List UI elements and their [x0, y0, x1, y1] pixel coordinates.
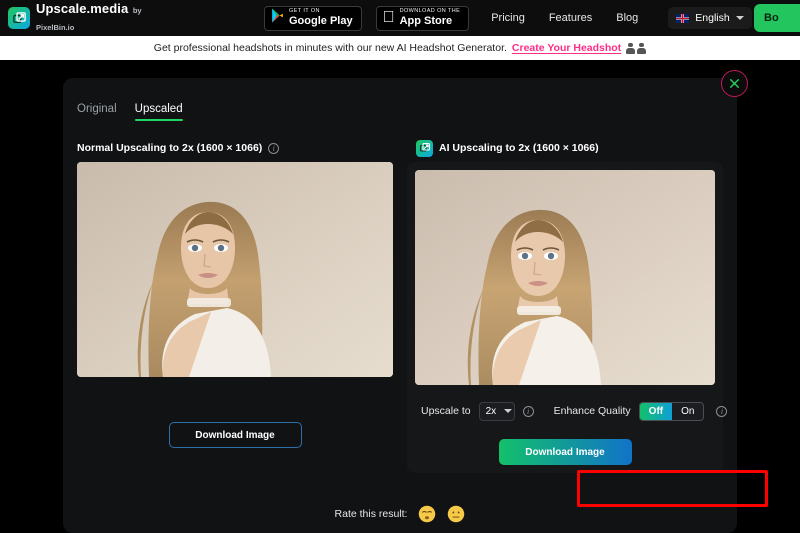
enhance-quality-on-option[interactable]: On [672, 402, 704, 420]
ai-upscale-body: Upscale to 2x i Enhance Quality Off On i… [407, 162, 728, 473]
rate-this-result-label: Rate this result: [334, 508, 408, 520]
enhance-quality-highlight [577, 470, 768, 507]
page-root: Upscale.media by PixelBin.io GET IT ON G… [0, 0, 800, 533]
ai-upscale-title: AI Upscaling to 2x (1600 × 1066) [439, 142, 599, 154]
ai-upscaled-image [415, 170, 715, 385]
apple-icon:  [383, 10, 395, 26]
top-navbar: Upscale.media by PixelBin.io GET IT ON G… [0, 0, 800, 36]
ai-download-row: Download Image [415, 439, 715, 465]
person-icon [626, 42, 636, 54]
tab-original[interactable]: Original [77, 103, 117, 121]
rating-row: Rate this result: [63, 505, 737, 523]
nav-link-features[interactable]: Features [549, 12, 592, 24]
info-icon[interactable]: i [716, 405, 728, 417]
disappointed-face-emoji[interactable] [418, 505, 436, 523]
download-image-button-ai[interactable]: Download Image [498, 439, 632, 465]
navbar-center: GET IT ON Google Play  Download on the … [264, 5, 752, 31]
info-icon[interactable]: i [522, 405, 534, 417]
promo-text: Get professional headshots in minutes wi… [153, 42, 507, 54]
app-store-label: App Store [387, 14, 453, 27]
ai-upscale-icon [416, 139, 433, 157]
language-selector[interactable]: English [668, 7, 752, 29]
nav-link-blog[interactable]: Blog [616, 12, 638, 24]
app-store-badge[interactable]:  Download on the App Store [375, 5, 470, 31]
ai-upscale-panel: AI Upscaling to 2x (1600 × 1066) Upscale… [407, 136, 728, 473]
enhance-quality-control: Enhance Quality Off On i [553, 401, 728, 421]
upscale-factor-value: 2x [485, 405, 497, 417]
chevron-down-icon [504, 409, 513, 413]
normal-upscale-title: Normal Upscaling to 2x (1600 × 1066) [77, 142, 263, 154]
brand-title: Upscale.media [36, 1, 129, 17]
normal-upscale-body: Download Image [77, 162, 393, 448]
close-button[interactable] [721, 70, 748, 97]
google-play-badge[interactable]: GET IT ON Google Play [264, 5, 362, 31]
uk-flag-icon [676, 13, 690, 23]
info-icon[interactable]: i [268, 142, 280, 154]
result-tabs: Original Upscaled [77, 103, 183, 121]
upscale-arrow-icon [8, 7, 30, 29]
upscale-factor-select[interactable]: 2x [478, 401, 515, 421]
enhance-quality-off-option[interactable]: Off [639, 402, 673, 420]
ai-upscale-header: AI Upscaling to 2x (1600 × 1066) [407, 136, 723, 160]
chevron-down-icon [735, 16, 744, 20]
neutral-face-emoji[interactable] [447, 505, 465, 523]
language-value: English [683, 12, 729, 24]
book-demo-button[interactable]: Bo [754, 4, 800, 32]
promo-banner: Get professional headshots in minutes wi… [0, 36, 800, 60]
google-play-label: Google Play [289, 14, 353, 27]
comparison-panels: Normal Upscaling to 2x (1600 × 1066) i D… [77, 136, 728, 473]
upscale-to-label: Upscale to [421, 405, 471, 417]
google-play-icon [271, 8, 284, 28]
person-icon [637, 42, 647, 54]
normal-upscaled-image [77, 162, 393, 377]
upscale-result-modal: Original Upscaled Normal Upscaling to 2x… [63, 70, 768, 533]
normal-upscale-panel: Normal Upscaling to 2x (1600 × 1066) i D… [77, 136, 393, 473]
enhance-quality-toggle[interactable]: Off On [638, 401, 705, 421]
nav-link-pricing[interactable]: Pricing [491, 12, 525, 24]
ai-controls-row: Upscale to 2x i Enhance Quality Off On i [415, 394, 728, 428]
app-store-small-label: Download on the [387, 8, 460, 15]
close-icon [730, 79, 739, 88]
normal-download-row: Download Image [77, 422, 393, 448]
normal-upscale-header: Normal Upscaling to 2x (1600 × 1066) i [77, 136, 393, 160]
download-image-button-normal[interactable]: Download Image [168, 422, 302, 448]
promo-icons [626, 42, 647, 54]
enhance-quality-label: Enhance Quality [553, 405, 631, 417]
google-play-small-label: GET IT ON [289, 8, 320, 15]
brand-logo[interactable]: Upscale.media by PixelBin.io [0, 1, 160, 35]
create-headshot-link[interactable]: Create Your Headshot [512, 42, 621, 54]
tab-upscaled[interactable]: Upscaled [134, 103, 183, 121]
